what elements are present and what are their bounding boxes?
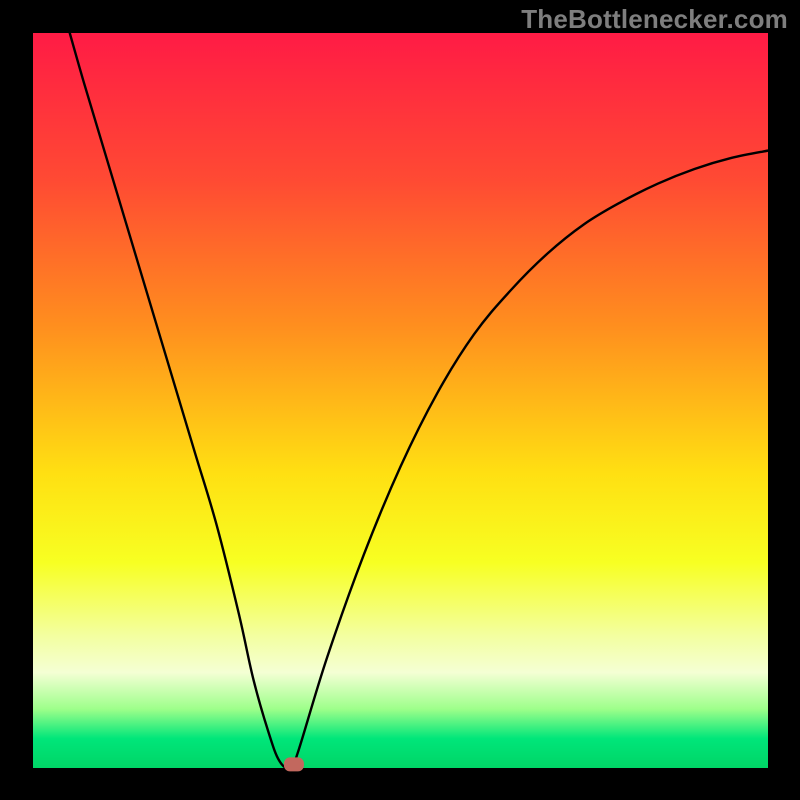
chart-frame: TheBottlenecker.com — [0, 0, 800, 800]
bottleneck-chart — [0, 0, 800, 800]
optimal-marker — [284, 757, 304, 771]
plot-background — [33, 33, 768, 768]
attribution-label: TheBottlenecker.com — [521, 4, 788, 35]
